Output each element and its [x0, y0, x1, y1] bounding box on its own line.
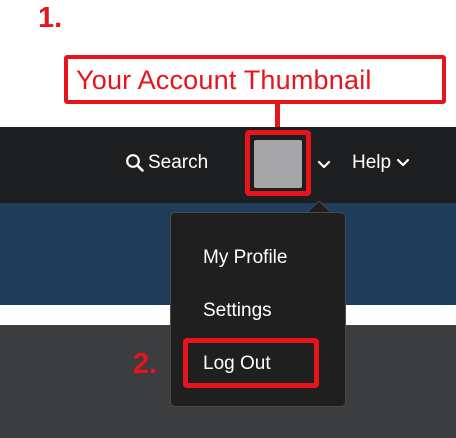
top-navbar: Search Help: [0, 127, 456, 203]
search-button[interactable]: Search: [125, 148, 208, 178]
step-2-label: 2.: [133, 348, 158, 380]
search-label: Search: [148, 152, 209, 173]
menu-item-my-profile[interactable]: My Profile: [203, 246, 287, 270]
help-menu-button[interactable]: Help: [352, 148, 411, 178]
search-icon: [126, 154, 144, 172]
menu-item-settings[interactable]: Settings: [203, 299, 272, 323]
step-1-label: 1.: [38, 2, 63, 34]
help-label: Help: [352, 152, 392, 173]
screenshot-stage: 1. Your Account Thumbnail Search Help My…: [0, 0, 456, 438]
callout-text: Your Account Thumbnail: [76, 65, 372, 95]
chevron-down-icon[interactable]: [316, 151, 332, 177]
log-out-highlight: [183, 338, 319, 388]
chevron-down-icon: [396, 158, 410, 167]
account-thumbnail-highlight: [245, 130, 311, 196]
account-thumbnail-callout: Your Account Thumbnail: [64, 55, 446, 104]
